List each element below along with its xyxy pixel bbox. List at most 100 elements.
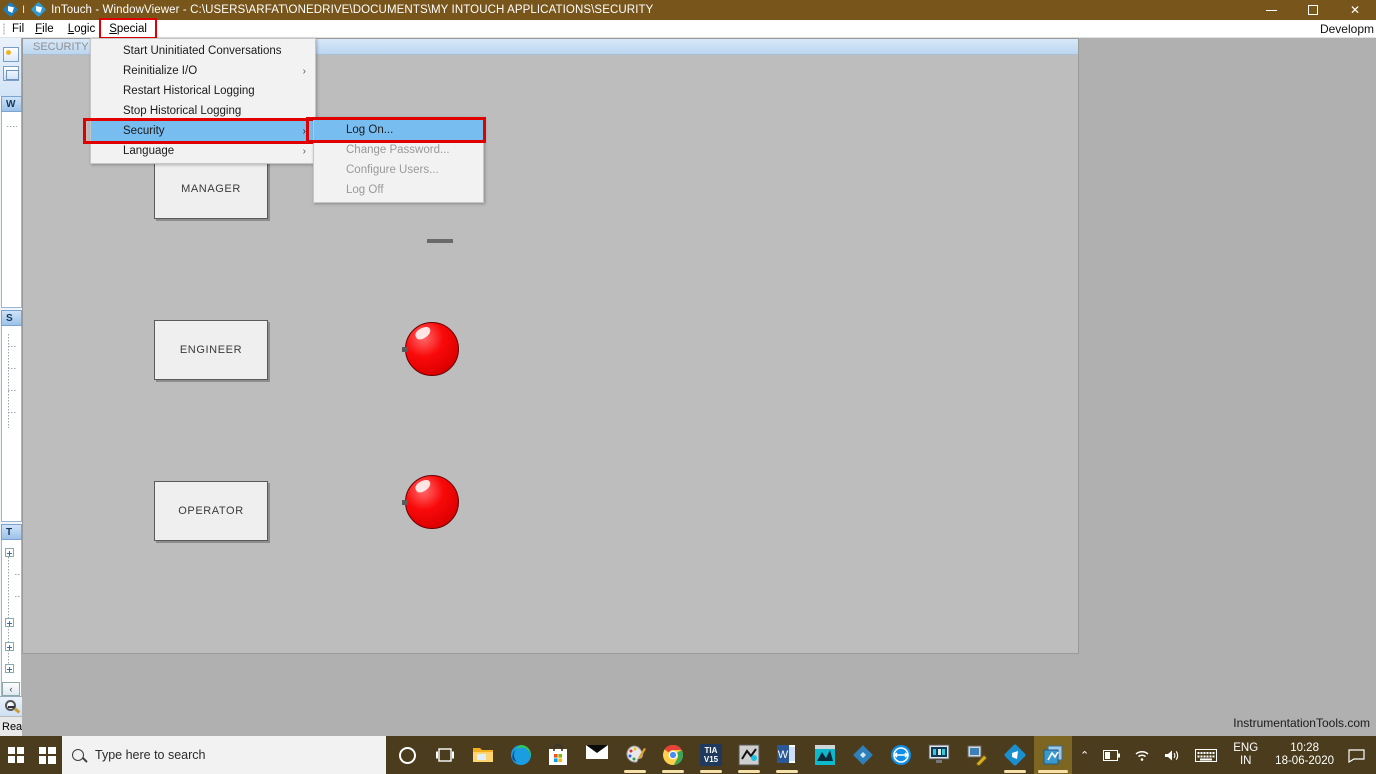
microsoft-store-icon[interactable] <box>540 736 578 774</box>
zoom-out-tool[interactable] <box>0 696 22 716</box>
blue-diamond-app-icon[interactable] <box>844 736 882 774</box>
menu-item-label: Log Off <box>346 184 384 196</box>
tree-expander[interactable] <box>5 618 14 627</box>
menu-item-security[interactable]: Security › <box>83 118 318 144</box>
clock[interactable]: 10:28 18-06-2020 <box>1267 742 1342 768</box>
wincc-icon[interactable] <box>730 736 768 774</box>
menu-item-configure-users: Configure Users... <box>314 160 483 180</box>
intouch-window-viewer-icon[interactable] <box>1034 736 1072 774</box>
intouch-app-manager-icon[interactable] <box>806 736 844 774</box>
battery-icon[interactable] <box>1096 749 1127 761</box>
windows-panel-body[interactable] <box>1 112 22 308</box>
notifications-icon[interactable] <box>1342 736 1372 774</box>
tools-panel-body[interactable] <box>1 540 22 700</box>
menu-item-language[interactable]: Language › <box>91 141 315 161</box>
window-list-icon[interactable] <box>3 66 19 81</box>
chevron-right-icon: › <box>302 125 306 137</box>
menu-item-stop-historical-logging[interactable]: Stop Historical Logging <box>91 101 315 121</box>
keyboard-icon[interactable] <box>1188 748 1224 762</box>
clock-time: 10:28 <box>1290 742 1319 754</box>
menu-item-label: Stop Historical Logging <box>123 105 242 117</box>
menu-item-start-uninitiated-conversations[interactable]: Start Uninitiated Conversations <box>91 41 315 61</box>
menu-item-log-on[interactable]: Log On... <box>306 117 486 143</box>
menu-item-reinitialize-io[interactable]: Reinitialize I/O › <box>91 61 315 81</box>
operator-button-label: OPERATOR <box>178 505 244 517</box>
search-icon <box>72 749 84 761</box>
start-button[interactable] <box>0 736 32 774</box>
window-viewer-glyph <box>1042 744 1064 766</box>
menu-item-restart-historical-logging[interactable]: Restart Historical Logging <box>91 81 315 101</box>
tree-expander[interactable] <box>5 664 14 673</box>
language-line-2: IN <box>1239 755 1252 767</box>
menu-grip[interactable] <box>0 20 8 38</box>
sidebar-panel-header-windows[interactable]: W <box>1 96 22 112</box>
minimize-button[interactable] <box>1250 0 1292 20</box>
windows-button[interactable] <box>32 736 62 774</box>
windows-logo-icon <box>38 746 56 764</box>
envelope-glyph <box>586 744 608 766</box>
windows-taskbar: Type here to search TIA V15 W ⌃ ENG IN 1… <box>0 736 1376 774</box>
microsoft-edge-icon[interactable] <box>502 736 540 774</box>
teamviewer-icon[interactable] <box>882 736 920 774</box>
intouch-window-maker-icon[interactable] <box>958 736 996 774</box>
clock-date: 18-06-2020 <box>1275 755 1334 767</box>
sidebar-panel-header-tools[interactable]: T <box>1 524 22 540</box>
volume-icon[interactable] <box>1157 749 1188 762</box>
window-title-text: InTouch - WindowViewer - C:\USERS\ARFAT\… <box>51 4 654 16</box>
manager-button-label: MANAGER <box>181 183 241 195</box>
chevron-right-icon: › <box>302 65 306 77</box>
wifi-icon[interactable] <box>1127 749 1157 762</box>
chevron-right-icon: › <box>302 145 306 157</box>
wincc-glyph <box>738 744 760 766</box>
close-button[interactable]: ✕ <box>1334 0 1376 20</box>
file-explorer-icon[interactable] <box>464 736 502 774</box>
menu-item-label: Security <box>123 125 165 137</box>
tia-label-line1: TIA <box>704 746 718 755</box>
sidebar-panel-header-scripts[interactable]: S <box>1 310 22 326</box>
show-hidden-icons-button[interactable]: ⌃ <box>1073 749 1096 762</box>
google-chrome-icon[interactable] <box>654 736 692 774</box>
tia-label-line2: V15 <box>703 755 719 764</box>
menu-item-log-off: Log Off <box>314 180 483 200</box>
left-dock-strip: W S T ‹ Rea <box>0 38 22 736</box>
panel-scroll-back-button[interactable]: ‹ <box>2 682 20 696</box>
menu-bar: Fil File Logic Special Developm <box>0 17 1376 39</box>
tia-portal-v15-icon[interactable]: TIA V15 <box>692 736 730 774</box>
mail-icon[interactable] <box>578 736 616 774</box>
search-placeholder: Type here to search <box>95 748 206 762</box>
hmi-runtime-icon[interactable] <box>920 736 958 774</box>
development-label: Developm <box>1319 21 1374 36</box>
cortana-ring <box>398 746 416 764</box>
tree-expander[interactable] <box>5 642 14 651</box>
diamond-glyph <box>852 744 874 766</box>
menu-item-label: Start Uninitiated Conversations <box>123 45 282 57</box>
new-window-icon[interactable] <box>3 47 19 62</box>
tree-expander[interactable] <box>5 548 14 557</box>
window-maker-glyph <box>966 744 988 767</box>
paint-icon[interactable] <box>616 736 654 774</box>
engineer-button[interactable]: ENGINEER <box>154 320 268 380</box>
menu-file[interactable]: File <box>28 22 61 36</box>
monitor-glyph <box>928 744 950 766</box>
cortana-icon[interactable] <box>388 736 426 774</box>
language-line-1: ENG <box>1233 742 1259 754</box>
microsoft-word-icon[interactable]: W <box>768 736 806 774</box>
search-input[interactable]: Type here to search <box>62 736 386 774</box>
tia-glyph: TIA V15 <box>700 744 722 766</box>
engineer-button-label: ENGINEER <box>179 344 243 356</box>
language-indicator[interactable]: ENG IN <box>1224 742 1267 768</box>
operator-button[interactable]: OPERATOR <box>154 481 268 541</box>
manager-button[interactable]: MANAGER <box>154 159 268 219</box>
word-glyph: W <box>776 744 798 766</box>
edge-glyph <box>510 744 532 766</box>
palette-glyph <box>624 744 646 766</box>
task-view-icon[interactable] <box>426 736 464 774</box>
background-menu-file: Fil <box>12 22 25 35</box>
menu-item-label: Configure Users... <box>346 164 439 176</box>
maximize-button[interactable] <box>1292 0 1334 20</box>
intouch-app-icon[interactable] <box>996 736 1034 774</box>
menu-logic[interactable]: Logic <box>61 22 103 36</box>
operator-lamp <box>402 475 459 529</box>
scripts-panel-body[interactable] <box>1 326 22 522</box>
menu-special[interactable]: Special <box>99 17 157 39</box>
